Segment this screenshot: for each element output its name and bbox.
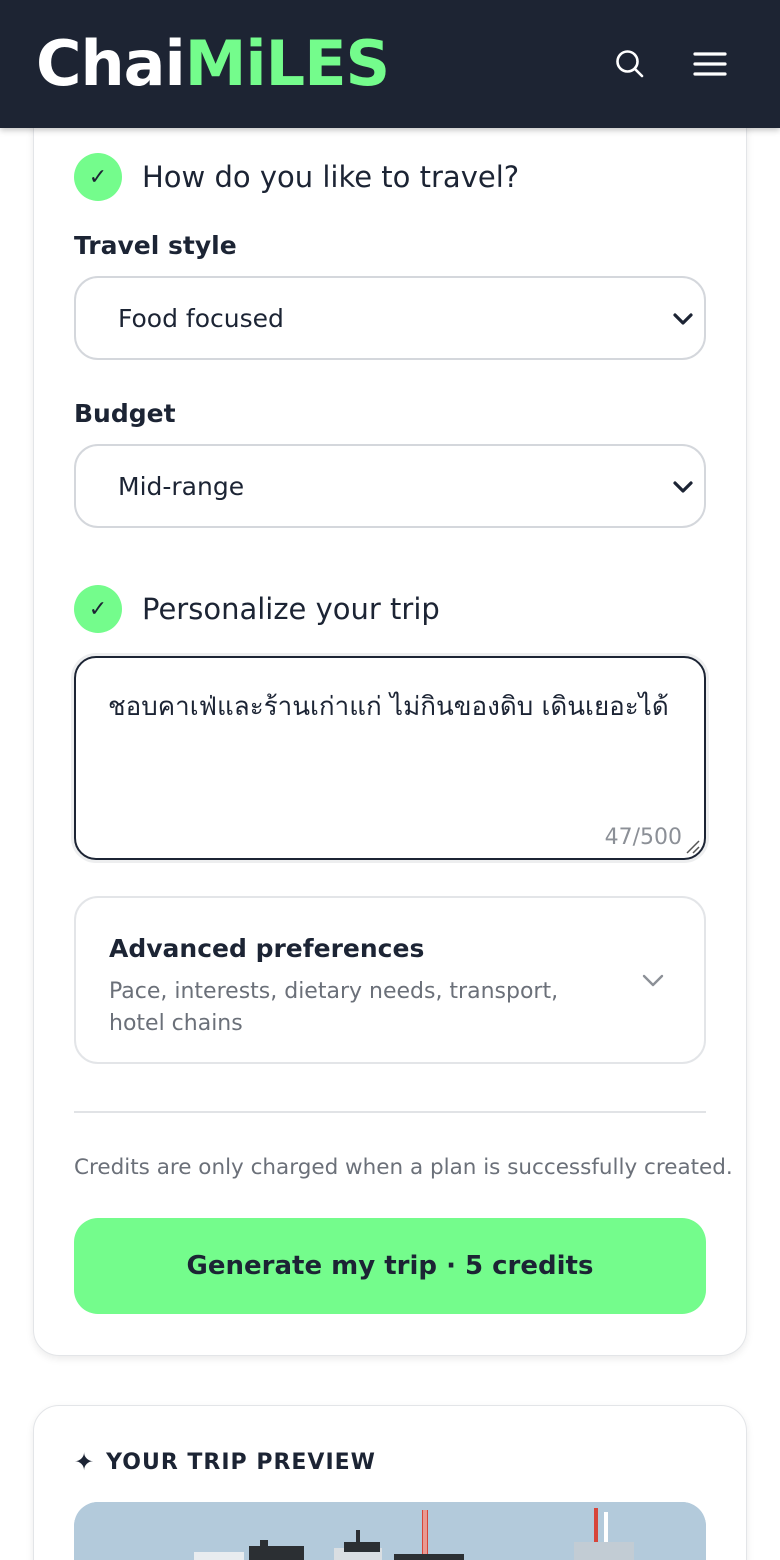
budget-label: Budget bbox=[74, 399, 176, 428]
advanced-preferences-title: Advanced preferences bbox=[109, 934, 425, 963]
divider bbox=[74, 1111, 706, 1113]
top-nav-bar: ChaiMiLES bbox=[0, 0, 780, 128]
chevron-down-icon bbox=[673, 481, 693, 493]
personalize-textarea[interactable]: ชอบคาเฟ่และร้านเก่าแก่ ไม่กินของดิบ เดิน… bbox=[74, 656, 706, 860]
chevron-down-icon bbox=[673, 313, 693, 325]
chevron-down-icon bbox=[642, 974, 664, 987]
step-personalize-header: ✓ Personalize your trip bbox=[74, 584, 440, 634]
preview-city-image bbox=[74, 1502, 706, 1560]
travel-style-value: Food focused bbox=[118, 303, 284, 333]
step-personalize-title: Personalize your trip bbox=[142, 592, 440, 626]
travel-style-label: Travel style bbox=[74, 231, 237, 260]
generate-trip-button[interactable]: Generate my trip · 5 credits bbox=[74, 1218, 706, 1314]
search-icon bbox=[616, 50, 644, 78]
travel-style-select[interactable]: Food focused bbox=[74, 276, 706, 360]
city-skyline-illustration bbox=[74, 1502, 706, 1560]
credits-note: Credits are only charged when a plan is … bbox=[74, 1155, 733, 1180]
search-button[interactable] bbox=[606, 40, 654, 88]
resize-handle-icon[interactable] bbox=[684, 838, 700, 854]
personalize-text: ชอบคาเฟ่และร้านเก่าแก่ ไม่กินของดิบ เดิน… bbox=[108, 692, 669, 722]
step-travel-title: How do you like to travel? bbox=[142, 160, 520, 194]
advanced-preferences-toggle[interactable]: Advanced preferences Pace, interests, di… bbox=[74, 896, 706, 1064]
budget-select[interactable]: Mid-range bbox=[74, 444, 706, 528]
check-icon: ✓ bbox=[74, 153, 122, 201]
logo-text-chai: Chai bbox=[36, 27, 186, 100]
check-icon: ✓ bbox=[74, 585, 122, 633]
step-travel-header: ✓ How do you like to travel? bbox=[74, 152, 519, 202]
menu-icon bbox=[693, 52, 727, 76]
sparkle-icon: ✦ bbox=[74, 1448, 95, 1476]
logo-text-miles: MiLES bbox=[184, 27, 390, 100]
preview-header: ✦ YOUR TRIP PREVIEW bbox=[74, 1448, 376, 1476]
budget-value: Mid-range bbox=[118, 471, 245, 501]
character-counter: 47/500 bbox=[604, 825, 682, 850]
preview-title: YOUR TRIP PREVIEW bbox=[106, 1449, 376, 1475]
menu-button[interactable] bbox=[686, 40, 734, 88]
brand-logo[interactable]: ChaiMiLES bbox=[36, 26, 390, 102]
advanced-preferences-subtitle: Pace, interests, dietary needs, transpor… bbox=[109, 979, 559, 1036]
